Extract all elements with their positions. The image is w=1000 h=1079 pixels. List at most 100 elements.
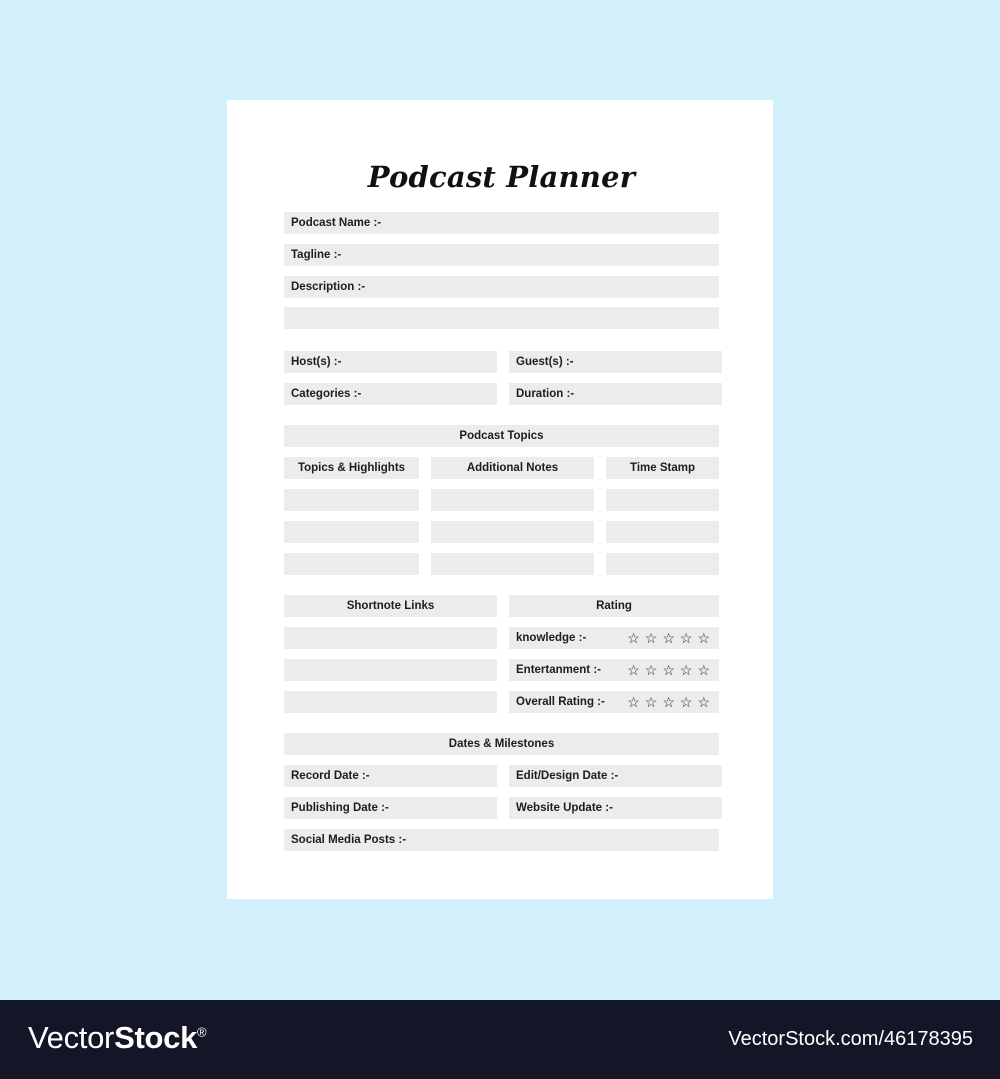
star-icon[interactable]: ☆: [645, 695, 658, 709]
hosts-guests-row: Host(s) :- Guest(s) :-: [284, 351, 722, 373]
topics-table-header-row: Topics & Highlights Additional Notes Tim…: [284, 457, 719, 479]
section-heading-label: Dates & Milestones: [448, 738, 555, 750]
cell-time-stamp[interactable]: [606, 521, 719, 543]
column-header-label: Additional Notes: [466, 462, 559, 474]
column-header-label: Topics & Highlights: [297, 462, 406, 474]
rating-label: knowledge :-: [516, 632, 587, 644]
shortnote-rating-row: Overall Rating :- ☆ ☆ ☆ ☆ ☆: [284, 691, 719, 713]
registered-trademark-icon: ®: [197, 1024, 207, 1040]
section-heading-dates-milestones: Dates & Milestones: [284, 733, 719, 755]
planner-sheet: Podcast Planner Podcast Name :- Tagline …: [284, 160, 722, 851]
star-icon[interactable]: ☆: [662, 695, 675, 709]
cell-additional-notes[interactable]: [431, 553, 594, 575]
field-shortnote-link[interactable]: [284, 627, 497, 649]
star-icon[interactable]: ☆: [680, 631, 693, 645]
field-categories[interactable]: Categories :-: [284, 383, 497, 405]
star-icon[interactable]: ☆: [697, 695, 710, 709]
cell-additional-notes[interactable]: [431, 521, 594, 543]
star-icon[interactable]: ☆: [645, 663, 658, 677]
star-rating-overall[interactable]: ☆ ☆ ☆ ☆ ☆: [627, 695, 712, 709]
shortnote-rating-row: knowledge :- ☆ ☆ ☆ ☆ ☆: [284, 627, 719, 649]
star-icon[interactable]: ☆: [697, 631, 710, 645]
field-hosts[interactable]: Host(s) :-: [284, 351, 497, 373]
field-website-update[interactable]: Website Update :-: [509, 797, 722, 819]
rating-row-overall[interactable]: Overall Rating :- ☆ ☆ ☆ ☆ ☆: [509, 691, 719, 713]
section-heading-podcast-topics: Podcast Topics: [284, 425, 719, 447]
brand-name-light: Vector: [28, 1020, 115, 1055]
field-social-media-posts[interactable]: Social Media Posts :-: [284, 829, 719, 851]
rating-row-entertainment[interactable]: Entertanment :- ☆ ☆ ☆ ☆ ☆: [509, 659, 719, 681]
topics-table-row: [284, 553, 719, 575]
shortnote-rating-header-row: Shortnote Links Rating: [284, 595, 719, 617]
rating-label: Entertanment :-: [516, 664, 601, 676]
column-header-label: Time Stamp: [630, 462, 695, 474]
topics-table-row: [284, 489, 719, 511]
cell-topics-highlights[interactable]: [284, 489, 419, 511]
page-title: Podcast Planner: [367, 160, 636, 194]
section-heading-shortnote-links: Shortnote Links: [284, 595, 497, 617]
star-icon[interactable]: ☆: [662, 631, 675, 645]
topics-table-row: [284, 521, 719, 543]
planner-page-card: Podcast Planner Podcast Name :- Tagline …: [227, 100, 773, 899]
star-rating-knowledge[interactable]: ☆ ☆ ☆ ☆ ☆: [627, 631, 712, 645]
cell-additional-notes[interactable]: [431, 489, 594, 511]
vectorstock-logo: VectorStock®: [28, 1020, 207, 1056]
field-publishing-date[interactable]: Publishing Date :-: [284, 797, 497, 819]
shortnote-rating-row: Entertanment :- ☆ ☆ ☆ ☆ ☆: [284, 659, 719, 681]
column-header-additional-notes: Additional Notes: [431, 457, 594, 479]
cell-topics-highlights[interactable]: [284, 521, 419, 543]
star-icon[interactable]: ☆: [627, 631, 640, 645]
column-header-topics-highlights: Topics & Highlights: [284, 457, 419, 479]
star-rating-entertainment[interactable]: ☆ ☆ ☆ ☆ ☆: [627, 663, 712, 677]
star-icon[interactable]: ☆: [627, 663, 640, 677]
watermark-footer: VectorStock® VectorStock.com/46178395: [0, 1000, 1000, 1079]
section-heading-label: Shortnote Links: [346, 600, 435, 612]
brand-name-bold: Stock: [114, 1020, 198, 1055]
field-guests[interactable]: Guest(s) :-: [509, 351, 722, 373]
categories-duration-row: Categories :- Duration :-: [284, 383, 722, 405]
star-icon[interactable]: ☆: [645, 631, 658, 645]
field-description[interactable]: Description :-: [284, 276, 719, 298]
section-heading-label: Rating: [596, 600, 632, 612]
cell-time-stamp[interactable]: [606, 489, 719, 511]
section-heading-rating: Rating: [509, 595, 719, 617]
section-heading-label: Podcast Topics: [459, 430, 544, 442]
star-icon[interactable]: ☆: [662, 663, 675, 677]
field-shortnote-link[interactable]: [284, 659, 497, 681]
field-tagline[interactable]: Tagline :-: [284, 244, 719, 266]
field-podcast-name[interactable]: Podcast Name :-: [284, 212, 719, 234]
star-icon[interactable]: ☆: [680, 695, 693, 709]
field-duration[interactable]: Duration :-: [509, 383, 722, 405]
publishing-website-row: Publishing Date :- Website Update :-: [284, 797, 722, 819]
cell-topics-highlights[interactable]: [284, 553, 419, 575]
field-shortnote-link[interactable]: [284, 691, 497, 713]
field-record-date[interactable]: Record Date :-: [284, 765, 497, 787]
field-edit-design-date[interactable]: Edit/Design Date :-: [509, 765, 722, 787]
field-description-continuation[interactable]: [284, 307, 719, 329]
column-header-time-stamp: Time Stamp: [606, 457, 719, 479]
star-icon[interactable]: ☆: [697, 663, 710, 677]
record-edit-row: Record Date :- Edit/Design Date :-: [284, 765, 722, 787]
rating-row-knowledge[interactable]: knowledge :- ☆ ☆ ☆ ☆ ☆: [509, 627, 719, 649]
cell-time-stamp[interactable]: [606, 553, 719, 575]
star-icon[interactable]: ☆: [627, 695, 640, 709]
rating-label: Overall Rating :-: [516, 696, 605, 708]
watermark-url: VectorStock.com/46178395: [728, 1028, 973, 1050]
star-icon[interactable]: ☆: [680, 663, 693, 677]
